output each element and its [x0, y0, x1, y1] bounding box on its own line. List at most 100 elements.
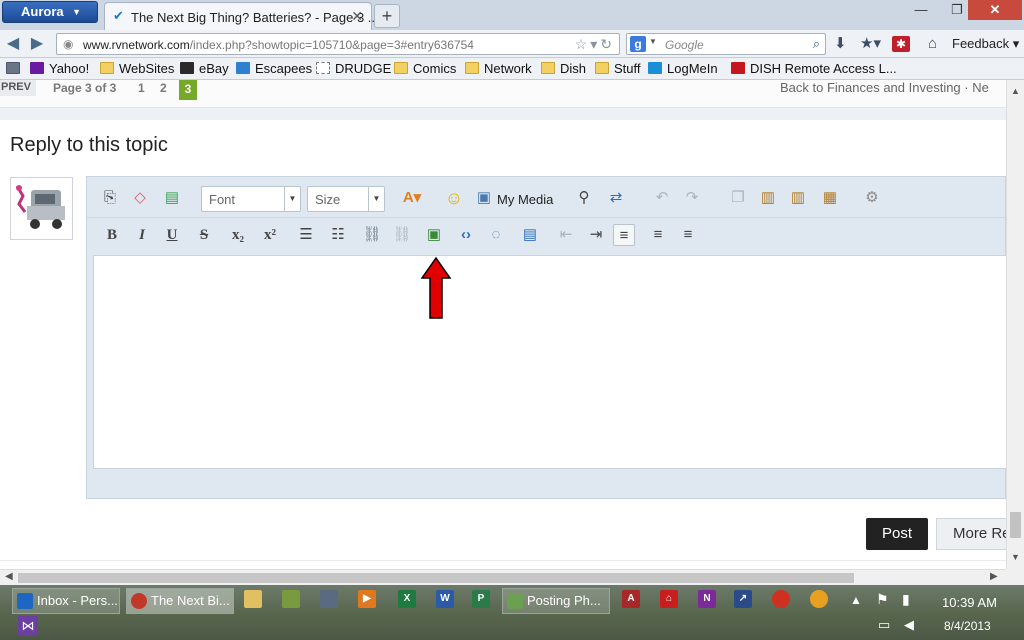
bookmark-logmein[interactable]: LogMeIn — [648, 61, 718, 76]
task-outlook[interactable]: Inbox - Pers... — [12, 588, 120, 614]
app-icon[interactable] — [282, 590, 300, 608]
indent-icon[interactable]: ⇥ — [585, 224, 607, 246]
media-icon[interactable]: ▣ — [473, 187, 495, 209]
media-player-icon[interactable]: ▶ — [358, 590, 376, 608]
tray-expand-icon[interactable]: ▲ — [850, 593, 862, 607]
bookmark-dish-remote[interactable]: DISH Remote Access L... — [731, 61, 897, 76]
download-icon[interactable]: ⬇ — [834, 36, 847, 52]
task-browser[interactable]: The Next Bi... — [126, 588, 234, 614]
network-icon[interactable]: ▭ — [878, 617, 890, 633]
home-icon[interactable]: ⌂ — [928, 36, 937, 52]
dropdown-arrow-icon[interactable]: ▾ — [590, 36, 600, 52]
flag-icon[interactable]: ⚑ — [876, 591, 889, 608]
bold-icon[interactable]: B — [101, 224, 123, 246]
bookmark-ebay[interactable]: eBay — [180, 61, 229, 76]
paste-word-icon[interactable]: ▦ — [819, 187, 841, 209]
address-bar[interactable]: ◉ www.rvnetwork.com/index.php?showtopic=… — [56, 33, 620, 55]
paste-icon[interactable]: ▥ — [757, 187, 779, 209]
link-icon[interactable]: ⛓ — [361, 224, 383, 246]
bookmark-escapees[interactable]: Escapees — [236, 61, 312, 76]
align-right-icon[interactable]: ≡ — [677, 224, 699, 246]
clock-date[interactable]: 8/4/2013 — [944, 619, 991, 633]
close-tab-icon[interactable]: ✕ — [351, 8, 363, 25]
publisher-icon[interactable]: P — [472, 590, 490, 608]
text-color-icon[interactable]: A▾ — [401, 187, 423, 209]
reply-textarea[interactable] — [93, 255, 1006, 469]
page-link-current[interactable]: 3 — [179, 80, 197, 100]
access-icon[interactable]: A — [622, 590, 640, 608]
undo-icon[interactable]: ↶ — [651, 187, 673, 209]
excel-icon[interactable]: X — [398, 590, 416, 608]
reload-icon[interactable]: ↻ — [600, 36, 615, 52]
google-engine-icon[interactable]: g — [630, 36, 646, 52]
insert-image-icon[interactable]: ▣ — [423, 224, 445, 246]
outdent-icon[interactable]: ⇤ — [555, 224, 577, 246]
bullet-list-icon[interactable]: ☰ — [295, 224, 317, 246]
vertical-scrollbar[interactable]: ▲ ▼ — [1006, 80, 1024, 569]
copy-icon[interactable]: ❐ — [727, 187, 749, 209]
task-posting[interactable]: Posting Ph... — [502, 588, 610, 614]
redo-icon[interactable]: ↷ — [681, 187, 703, 209]
align-center-icon[interactable]: ≡ — [647, 224, 669, 246]
tab-active[interactable]: ✔ The Next Big Thing? Batteries? - Page … — [104, 2, 379, 30]
horizontal-scrollbar[interactable]: ◀ ▶ — [0, 569, 1006, 585]
pdf-icon[interactable]: ⌂ — [660, 590, 678, 608]
strikethrough-icon[interactable]: S — [193, 224, 215, 246]
forward-arrow-icon[interactable]: ▶ — [27, 34, 47, 54]
subscript-icon[interactable]: x₂ — [227, 224, 249, 246]
page-link-2[interactable]: 2 — [160, 81, 167, 95]
superscript-icon[interactable]: x² — [259, 224, 281, 246]
size-select[interactable]: Size ▼ — [307, 186, 385, 212]
post-button[interactable]: Post — [866, 518, 928, 550]
bookmark-stuff[interactable]: Stuff — [595, 61, 641, 76]
code-icon[interactable]: ‹› — [455, 224, 477, 246]
underline-icon[interactable]: U — [161, 224, 183, 246]
unlink-icon[interactable]: ⛓ — [391, 224, 413, 246]
addon-icon[interactable]: ✱ — [892, 36, 910, 52]
spoiler-icon[interactable]: ▤ — [519, 224, 541, 246]
italic-icon[interactable]: I — [131, 224, 153, 246]
source-view-icon[interactable]: ⎘ — [99, 187, 121, 209]
back-to-forum-link[interactable]: Back to Finances and Investing · Ne — [780, 80, 989, 95]
back-arrow-icon[interactable]: ◀ — [3, 34, 23, 54]
app-icon[interactable] — [320, 590, 338, 608]
quote-icon[interactable]: ◌ — [485, 224, 507, 246]
scroll-down-icon[interactable]: ▼ — [1011, 552, 1020, 562]
chart-app-icon[interactable]: ↗ — [734, 590, 752, 608]
chevron-down-icon[interactable]: ▼ — [649, 37, 657, 46]
minimize-button[interactable]: — — [906, 0, 936, 20]
file-explorer-icon[interactable] — [244, 590, 262, 608]
replace-icon[interactable]: ⇄ — [605, 187, 627, 209]
scroll-thumb[interactable] — [18, 573, 854, 583]
word-icon[interactable]: W — [436, 590, 454, 608]
settings-icon[interactable]: ⚙ — [861, 187, 883, 209]
bookmark-network[interactable]: Network — [465, 61, 532, 76]
bookmark-drudge[interactable]: DRUDGE — [316, 61, 391, 76]
new-tab-button[interactable]: + — [374, 4, 400, 28]
visual-studio-icon[interactable]: ⋈ — [18, 616, 38, 636]
search-bar[interactable]: g ▼ Google ⌕ — [626, 33, 826, 55]
bookmarks-menu-icon[interactable]: ★▾ — [860, 36, 881, 52]
close-window-button[interactable]: ✕ — [968, 0, 1022, 20]
scroll-up-icon[interactable]: ▲ — [1011, 86, 1020, 96]
spellcheck-icon[interactable]: ▤ — [161, 187, 183, 209]
scroll-right-icon[interactable]: ▶ — [990, 571, 998, 582]
prev-page-button[interactable]: PREV — [0, 80, 36, 96]
bookmark-star-icon[interactable]: ☆ — [575, 36, 591, 52]
eraser-icon[interactable]: ◇ — [129, 187, 151, 209]
numbered-list-icon[interactable]: ☷ — [327, 224, 349, 246]
chrome-icon[interactable] — [810, 590, 828, 608]
bookmark-yahoo[interactable]: Yahoo! — [30, 61, 89, 76]
bookmark-websites[interactable]: WebSites — [100, 61, 174, 76]
app-icon[interactable] — [772, 590, 790, 608]
my-media-button[interactable]: My Media — [497, 192, 553, 207]
clock-time[interactable]: 10:39 AM — [942, 595, 997, 610]
paste-text-icon[interactable]: ▥ — [787, 187, 809, 209]
emoticon-icon[interactable]: ☺ — [443, 187, 465, 209]
volume-muted-icon[interactable]: ◀ — [904, 617, 914, 633]
scroll-left-icon[interactable]: ◀ — [5, 571, 13, 582]
font-select[interactable]: Font ▼ — [201, 186, 301, 212]
find-icon[interactable]: ⚲ — [573, 187, 595, 209]
bookmarks-star-icon[interactable] — [6, 61, 25, 76]
battery-icon[interactable]: ▮ — [902, 591, 910, 608]
